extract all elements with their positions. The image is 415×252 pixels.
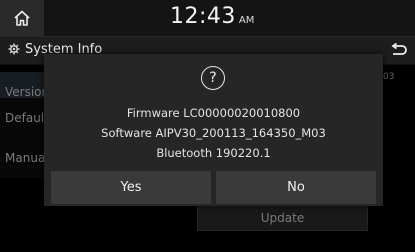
software-version-text: Software AIPV30_200113_164350_M03 (101, 126, 326, 140)
clock: 12:43 AM (170, 4, 254, 32)
clock-ampm: AM (238, 15, 255, 26)
home-icon (14, 10, 30, 26)
back-arrow-icon (390, 43, 407, 55)
no-button[interactable]: No (216, 171, 376, 204)
yes-button[interactable]: Yes (51, 171, 211, 204)
back-button[interactable] (382, 36, 415, 64)
firmware-version-text: Firmware LC00000020010800 (126, 106, 301, 120)
home-button[interactable] (0, 0, 44, 36)
bluetooth-version-text: Bluetooth 190220.1 (156, 146, 271, 160)
no-button-label: No (287, 180, 305, 195)
yes-button-label: Yes (120, 180, 142, 195)
question-icon: ? (201, 66, 225, 90)
gear-icon (8, 43, 20, 55)
clock-time: 12:43 (170, 4, 236, 29)
